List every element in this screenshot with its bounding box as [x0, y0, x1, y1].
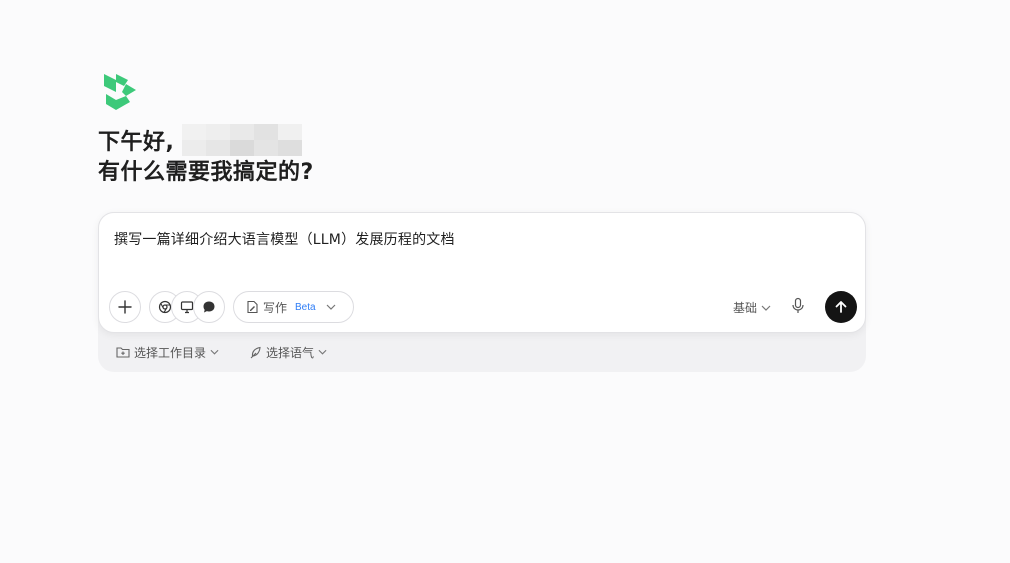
- chevron-down-icon: [210, 349, 219, 355]
- composer-options: 选择工作目录 选择语气: [116, 343, 357, 361]
- mode-label: 基础: [733, 301, 758, 315]
- arrow-up-icon: [835, 301, 847, 313]
- work-dir-label: 选择工作目录: [134, 345, 207, 360]
- monitor-icon: [180, 301, 194, 314]
- add-button[interactable]: [109, 291, 141, 323]
- chat-icon: [203, 301, 215, 313]
- tone-select[interactable]: 选择语气: [249, 344, 327, 361]
- beta-badge: Beta: [295, 301, 316, 313]
- composer-panel: 撰写一篇详细介绍大语言模型（LLM）发展历程的文档 写作 Beta 基础 选择工…: [98, 212, 866, 372]
- folder-plus-icon: [116, 347, 130, 358]
- browser-icon: [158, 300, 172, 314]
- tool-group: [149, 291, 229, 323]
- logo-icon: [104, 74, 136, 110]
- mode-select[interactable]: 基础: [733, 299, 771, 316]
- redacted-username: [182, 124, 303, 156]
- chevron-down-icon: [318, 349, 327, 355]
- greeting-line2: 有什么需要我搞定的?: [98, 160, 314, 185]
- composer: 撰写一篇详细介绍大语言模型（LLM）发展历程的文档 写作 Beta 基础: [98, 212, 866, 333]
- feather-icon: [250, 346, 261, 358]
- chat-tool-button[interactable]: [193, 291, 225, 323]
- write-mode-button[interactable]: 写作 Beta: [233, 291, 354, 323]
- chevron-down-icon: [326, 304, 336, 310]
- page: 下午好, 有什么需要我搞定的? 撰写一篇详细介绍大语言模型（LLM）发展历程的文…: [0, 0, 1010, 563]
- prompt-input[interactable]: 撰写一篇详细介绍大语言模型（LLM）发展历程的文档: [114, 229, 455, 249]
- plus-icon: [118, 300, 132, 314]
- tone-label: 选择语气: [266, 345, 315, 360]
- chevron-down-icon: [761, 305, 771, 311]
- greeting-line1: 下午好,: [98, 130, 175, 155]
- send-button[interactable]: [825, 291, 857, 323]
- write-doc-icon: [247, 300, 258, 314]
- greeting: 下午好, 有什么需要我搞定的?: [98, 124, 314, 188]
- work-dir-select[interactable]: 选择工作目录: [116, 344, 219, 361]
- write-label: 写作: [263, 300, 288, 315]
- mic-icon[interactable]: [791, 297, 805, 315]
